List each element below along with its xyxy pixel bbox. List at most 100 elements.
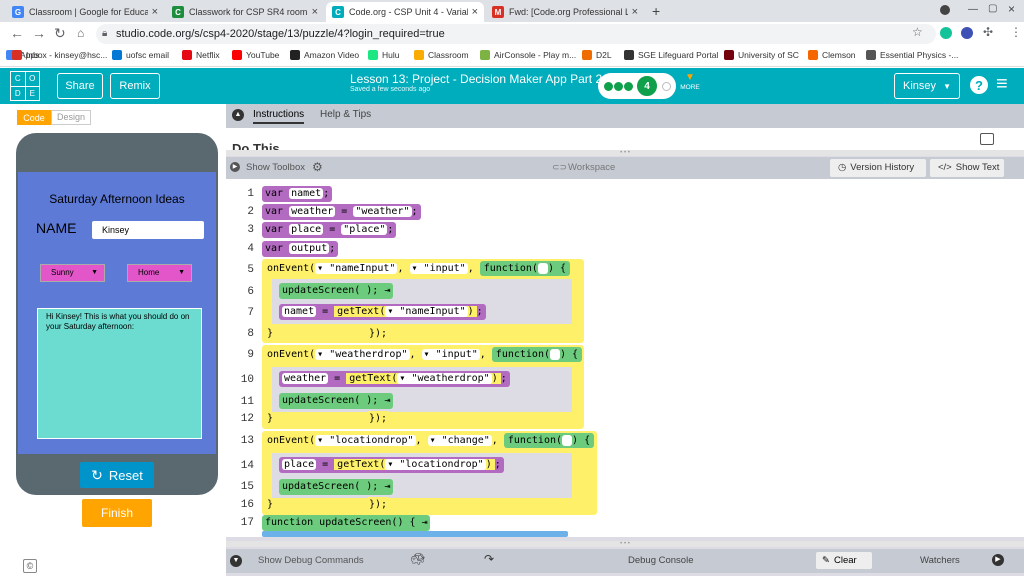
version-history-button[interactable]: ◷ Version History xyxy=(830,159,926,177)
string-literal[interactable]: "weather" xyxy=(353,206,412,217)
function-block[interactable]: function( ) { xyxy=(491,347,583,362)
close-icon[interactable]: × xyxy=(632,6,638,18)
bookmark[interactable]: Amazon Video xyxy=(290,50,359,60)
bookmark[interactable]: D2L xyxy=(582,50,612,60)
var-name-field[interactable]: output xyxy=(289,243,330,254)
maximize-icon[interactable]: ▢ xyxy=(988,3,997,14)
remix-button[interactable]: Remix xyxy=(110,73,160,99)
event-id-dropdown[interactable]: ▾ "nameInput" xyxy=(315,263,398,274)
current-level-bubble[interactable]: 4 xyxy=(636,75,658,97)
code-mode-toggle[interactable]: Code xyxy=(17,110,51,125)
bookmark[interactable]: Essential Physics -... xyxy=(866,50,958,60)
location-dropdown[interactable]: Home ▼ xyxy=(127,264,192,282)
event-type-dropdown[interactable]: ▾ "change" xyxy=(427,435,492,446)
function-block[interactable]: function( ) { xyxy=(503,433,595,448)
extension-k-icon[interactable] xyxy=(961,27,973,39)
function-block[interactable]: function( ) { xyxy=(479,261,571,276)
gear-icon[interactable]: ⚙ xyxy=(312,160,323,174)
speaker-icon[interactable] xyxy=(980,133,994,145)
bookmark[interactable]: Netflix xyxy=(182,50,220,60)
bookmark[interactable]: SGE Lifeguard Portal xyxy=(624,50,718,60)
show-toolbox-button[interactable]: Show Toolbox xyxy=(246,162,305,173)
finish-button[interactable]: Finish xyxy=(82,499,152,527)
help-icon[interactable]: ? xyxy=(970,76,988,94)
close-icon[interactable]: × xyxy=(472,6,478,18)
minimize-icon[interactable]: — xyxy=(968,4,978,15)
progress-dot[interactable] xyxy=(624,82,633,91)
close-icon[interactable]: × xyxy=(312,6,318,18)
call-block[interactable]: updateScreen( ); ⇥ xyxy=(279,479,394,495)
expand-watchers-icon[interactable]: ▶ xyxy=(992,554,1004,566)
url-field[interactable]: 🔒︎ studio.code.org/s/csp4-2020/stage/13/… xyxy=(96,24,936,44)
progress-dot[interactable] xyxy=(604,82,613,91)
event-id-dropdown[interactable]: ▾ "weatherdrop" xyxy=(315,349,410,360)
event-id-dropdown[interactable]: ▾ "locationdrop" xyxy=(315,435,416,446)
collapse-icon[interactable]: ▲ xyxy=(232,109,244,121)
new-tab-icon[interactable]: + xyxy=(652,3,660,19)
hamburger-icon[interactable]: ≡ xyxy=(996,73,1008,96)
var-block[interactable]: var place = "place"; xyxy=(262,222,397,238)
clear-button[interactable]: ✎ Clear xyxy=(816,552,872,569)
progress-dot[interactable] xyxy=(614,82,623,91)
var-block[interactable]: var namet; xyxy=(262,186,333,202)
home-icon[interactable]: ⌂ xyxy=(77,26,84,40)
function-body-block[interactable] xyxy=(262,531,568,537)
function-definition-block[interactable]: function updateScreen() { ⇥ xyxy=(262,515,430,531)
call-block[interactable]: updateScreen( ); ⇥ xyxy=(279,393,394,409)
bookmark[interactable]: AirConsole - Play m... xyxy=(480,50,576,60)
event-type-dropdown[interactable]: ▾ "input" xyxy=(409,263,468,274)
gettext-block[interactable]: getText(▾ "locationdrop") xyxy=(334,459,495,470)
show-debug-commands[interactable]: Show Debug Commands xyxy=(258,555,364,566)
bookmark[interactable]: YouTube xyxy=(232,50,279,60)
string-literal[interactable]: "place" xyxy=(341,224,388,235)
bookmark[interactable]: Hulu xyxy=(368,50,399,60)
call-block[interactable]: updateScreen( ); ⇥ xyxy=(279,283,394,299)
reload-icon[interactable]: ↻ xyxy=(54,25,66,42)
event-type-dropdown[interactable]: ▾ "input" xyxy=(421,349,480,360)
bookmark[interactable]: Inbox - kinsey@hsc... xyxy=(12,50,107,60)
codeorg-logo[interactable]: C O D E xyxy=(10,71,40,101)
assign-block[interactable]: weather = getText(▾ "weatherdrop"); xyxy=(279,371,510,387)
bookmark[interactable]: University of SC xyxy=(724,50,799,60)
bookmark[interactable]: uofsc email xyxy=(112,50,169,60)
menu-dots-icon[interactable]: ⋮ xyxy=(1010,25,1022,39)
var-name-field[interactable]: weather xyxy=(289,206,336,217)
collapse-debug-icon[interactable]: ▼ xyxy=(230,555,242,567)
var-block[interactable]: var weather = "weather"; xyxy=(262,204,421,220)
browser-tab-active[interactable]: C Code.org - CSP Unit 4 - Variables × xyxy=(326,2,484,22)
name-input[interactable]: Kinsey xyxy=(92,221,204,239)
resize-handle[interactable]: • • • xyxy=(226,541,1024,547)
assign-block[interactable]: place = getText(▾ "locationdrop"); xyxy=(279,457,504,473)
gettext-block[interactable]: getText(▾ "weatherdrop") xyxy=(346,373,501,384)
var-name-field[interactable]: namet xyxy=(289,188,324,199)
turtle-icon[interactable]: 🐢︎ xyxy=(410,552,425,566)
puzzle-icon[interactable]: ✣ xyxy=(983,25,993,39)
bookmark[interactable]: Clemson xyxy=(808,50,856,60)
expand-toolbox-icon[interactable]: ▶ xyxy=(230,162,240,172)
show-text-button[interactable]: </> Show Text xyxy=(930,159,1004,177)
progress-dot[interactable] xyxy=(662,82,671,91)
tab-instructions[interactable]: Instructions xyxy=(253,109,305,124)
window-close-icon[interactable]: × xyxy=(1008,2,1015,16)
share-button[interactable]: Share xyxy=(57,73,103,99)
back-icon[interactable]: ← xyxy=(10,25,24,41)
more-levels[interactable]: ▼ MORE xyxy=(679,72,701,91)
design-mode-toggle[interactable]: Design xyxy=(51,110,91,125)
reset-button[interactable]: ↻ Reset xyxy=(80,462,154,488)
bookmark[interactable]: Classroom xyxy=(414,50,469,60)
browser-tab[interactable]: C Classwork for CSP SR4 room M1 × xyxy=(166,2,324,22)
watchers-label[interactable]: Watchers xyxy=(920,555,960,566)
close-icon[interactable]: × xyxy=(152,6,158,18)
var-block[interactable]: var output; xyxy=(262,241,339,257)
user-menu[interactable]: Kinsey ▼ xyxy=(894,73,960,99)
grammarly-icon[interactable] xyxy=(940,27,952,39)
copyright-icon[interactable]: © xyxy=(23,559,37,573)
gettext-block[interactable]: getText(▾ "nameInput") xyxy=(334,306,477,317)
assign-block[interactable]: namet = getText(▾ "nameInput"); xyxy=(279,304,486,320)
step-icon[interactable]: ↷ xyxy=(484,552,494,566)
star-icon[interactable]: ☆ xyxy=(912,25,923,39)
resize-handle[interactable]: • • • xyxy=(226,150,1024,156)
browser-tab[interactable]: G Classroom | Google for Education × xyxy=(6,2,164,22)
browser-tab[interactable]: M Fwd: [Code.org Professional Lea × xyxy=(486,2,644,22)
profile-dot-icon[interactable] xyxy=(940,5,950,15)
